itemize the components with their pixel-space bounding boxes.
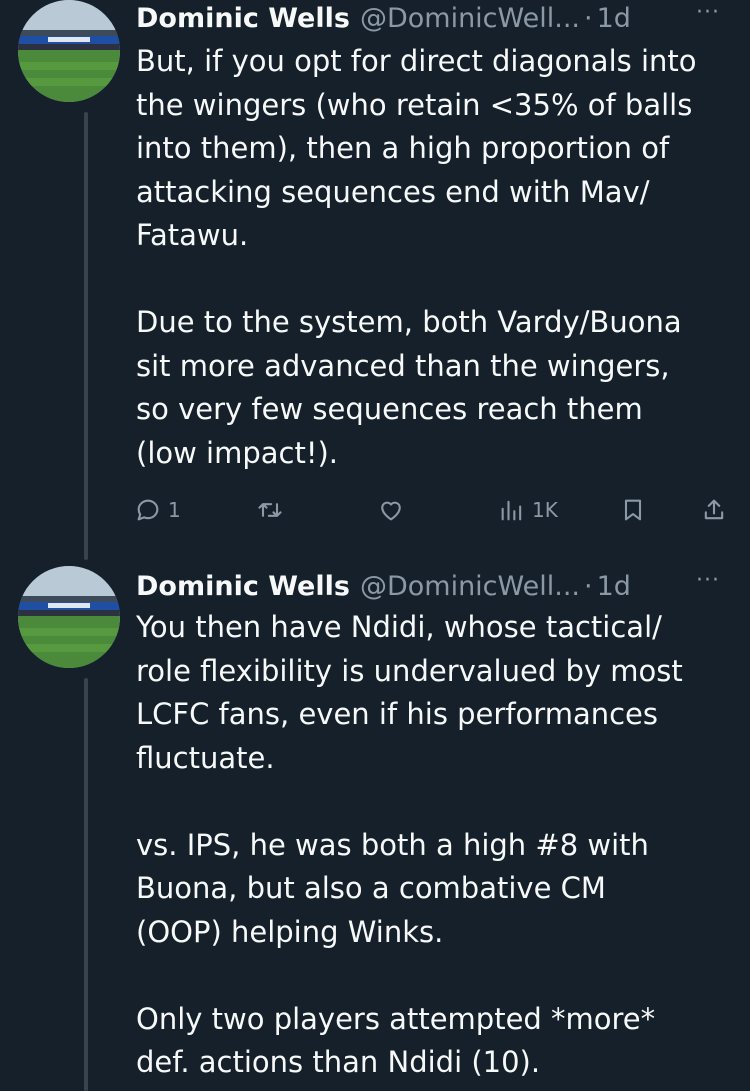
tweet-paragraph: Due to the system, both Vardy/Buona sit … (136, 305, 682, 470)
reply-count: 1 (168, 498, 181, 522)
author-name[interactable]: Dominic Wells (136, 571, 350, 602)
retweet-icon (258, 503, 282, 517)
tweet-text: But, if you opt for direct diagonals int… (136, 40, 728, 475)
avatar-column (18, 566, 120, 1091)
views-count: 1K (532, 498, 558, 522)
action-bar: 1 1K (0, 490, 750, 530)
tweet-paragraph: But, if you opt for direct diagonals int… (136, 44, 697, 252)
more-options-icon[interactable]: ··· (696, 566, 720, 596)
more-options-icon[interactable]: ··· (696, 0, 720, 28)
author-handle[interactable]: @DominicWell... (360, 3, 580, 34)
thread: Dominic Wells @DominicWell... · 1d ··· B… (0, 0, 750, 1091)
stadium-photo (18, 0, 120, 102)
separator-dot: · (584, 2, 593, 34)
tweet-header: Dominic Wells @DominicWell... · 1d (136, 566, 728, 606)
tweet-content: Dominic Wells @DominicWell... · 1d ··· Y… (136, 566, 728, 1085)
like-icon (381, 501, 401, 521)
avatar-column (18, 0, 120, 560)
tweet-content: Dominic Wells @DominicWell... · 1d ··· B… (136, 0, 728, 475)
tweet[interactable]: Dominic Wells @DominicWell... · 1d ··· B… (0, 0, 750, 560)
author-handle[interactable]: @DominicWell... (360, 571, 580, 602)
avatar[interactable] (18, 566, 120, 668)
tweet-header: Dominic Wells @DominicWell... · 1d (136, 0, 728, 38)
share-icon (704, 499, 724, 520)
stadium-photo (18, 566, 120, 668)
avatar[interactable] (18, 0, 120, 102)
views-button[interactable]: 1K (498, 496, 558, 524)
views-icon (501, 500, 522, 521)
separator-dot: · (584, 570, 593, 602)
tweet-paragraph: Only two players attempted *more* def. a… (136, 1001, 656, 1080)
bookmark-button[interactable] (619, 496, 647, 524)
tweet-paragraph: You then have Ndidi, whose tactical/ rol… (136, 610, 683, 775)
tweet-text: You then have Ndidi, whose tactical/ rol… (136, 606, 728, 1085)
timestamp[interactable]: 1d (597, 571, 631, 602)
reply-icon (137, 499, 159, 521)
reply-button[interactable]: 1 (134, 496, 181, 524)
timestamp[interactable]: 1d (597, 3, 631, 34)
author-name[interactable]: Dominic Wells (136, 3, 350, 34)
like-button[interactable] (377, 496, 405, 524)
tweet[interactable]: Dominic Wells @DominicWell... · 1d ··· Y… (0, 566, 750, 1091)
thread-connector (84, 678, 88, 1091)
retweet-button[interactable] (256, 496, 284, 524)
tweet-paragraph: vs. IPS, he was both a high #8 with Buon… (136, 827, 649, 949)
bookmark-icon (624, 499, 642, 521)
share-button[interactable] (700, 496, 728, 524)
